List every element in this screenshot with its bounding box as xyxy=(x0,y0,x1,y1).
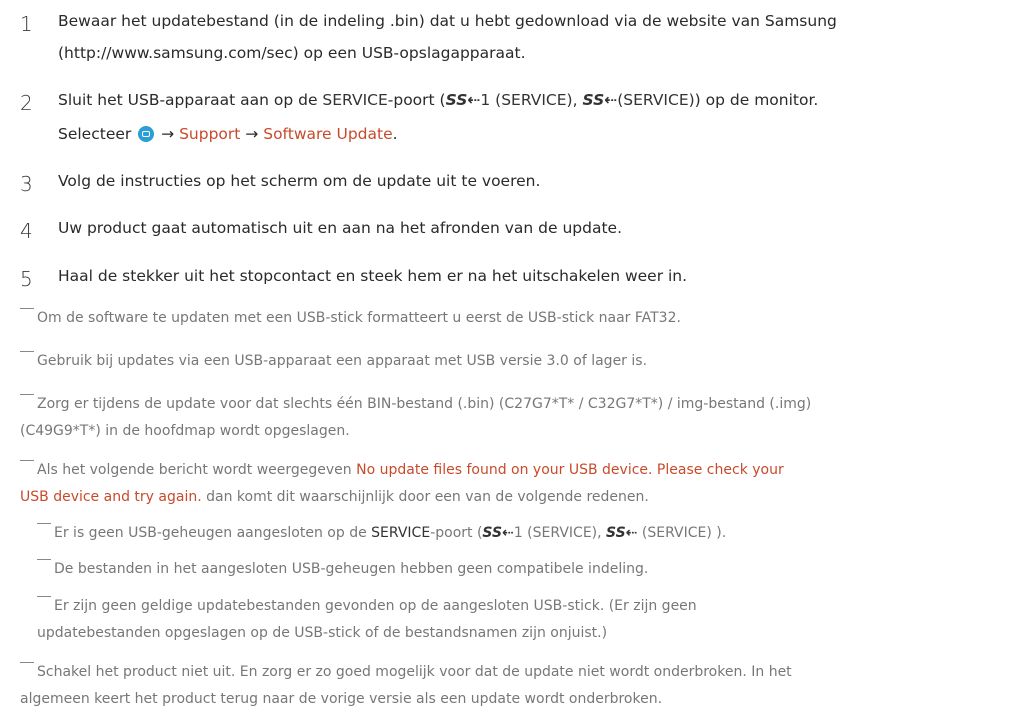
note-text: Schakel het product niet uit. En zorg er… xyxy=(37,664,792,680)
step-text: Volg de instructies op het scherm om de … xyxy=(58,172,541,190)
note-text: Er zijn geen geldige updatebestanden gev… xyxy=(54,598,697,614)
step-number: 5 xyxy=(20,267,33,291)
error-message: USB device and try again. xyxy=(20,489,202,505)
note-text: (C49G9*T*) in de hoofdmap wordt opgeslag… xyxy=(20,423,350,439)
step-text: (http://www.samsung.com/sec) op een USB-… xyxy=(58,44,526,62)
usb-superspeed-icon: SS⇠ xyxy=(582,91,618,109)
support-menu-label: Support xyxy=(179,125,241,143)
step-text: Uw product gaat automatisch uit en aan n… xyxy=(58,219,623,237)
update-instructions-page: 1 Bewaar het updatebestand (in de indeli… xyxy=(0,0,1020,716)
usb-superspeed-icon: SS⇠ xyxy=(445,91,481,109)
usb-superspeed-icon: SS⇠ xyxy=(606,525,638,541)
note-dash xyxy=(20,308,34,309)
note-text: algemeen keert het product terug naar de… xyxy=(20,691,663,707)
service-label: SERVICE xyxy=(322,91,388,109)
arrow-icon: → xyxy=(245,125,259,143)
note-dash xyxy=(37,559,51,560)
note-dash xyxy=(20,394,34,395)
note-text: Om de software te updaten met een USB-st… xyxy=(37,310,681,326)
step-text: Bewaar het updatebestand (in de indeling… xyxy=(58,12,837,30)
step-text: Haal de stekker uit het stopcontact en s… xyxy=(58,267,688,285)
note-dash xyxy=(20,460,34,461)
note-dash xyxy=(20,662,34,663)
note-dash xyxy=(20,351,34,352)
note-text: updatebestanden opgeslagen op de USB-sti… xyxy=(37,625,608,641)
note-text: De bestanden in het aangesloten USB-gehe… xyxy=(54,561,649,577)
arrow-icon: → xyxy=(161,125,175,143)
step-number: 4 xyxy=(20,219,33,243)
note-text: Zorg er tijdens de update voor dat slech… xyxy=(37,396,812,412)
step-number: 3 xyxy=(20,172,33,196)
step-number: 2 xyxy=(20,91,33,115)
software-update-label: Software Update xyxy=(263,125,393,143)
note-dash xyxy=(37,523,51,524)
service-label: SERVICE xyxy=(371,525,431,541)
menu-icon xyxy=(138,126,155,142)
step-number: 1 xyxy=(20,12,33,36)
note-dash xyxy=(37,596,51,597)
error-message: No update files found on your USB device… xyxy=(356,462,784,478)
usb-superspeed-icon: SS⇠ xyxy=(482,525,514,541)
note-text: Gebruik bij updates via een USB-apparaat… xyxy=(37,353,648,369)
